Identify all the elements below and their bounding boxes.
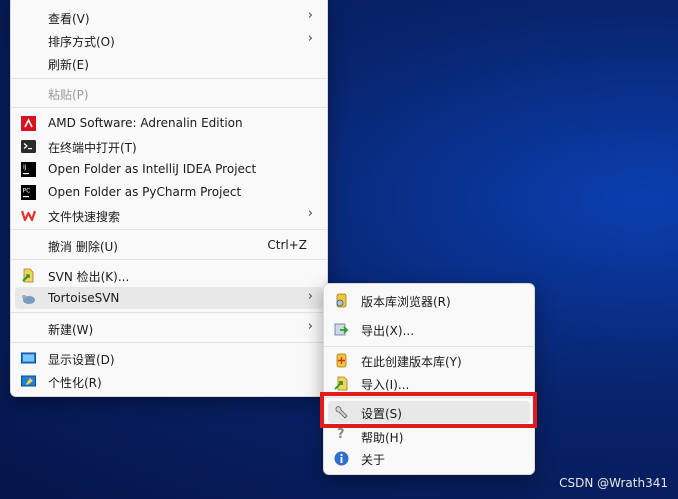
submenu-item-label: 关于	[361, 453, 386, 467]
svg-text:PC: PC	[23, 188, 31, 195]
menu-item-label: AMD Software: Adrenalin Edition	[48, 116, 243, 130]
menu-item-amd[interactable]: AMD Software: Adrenalin Edition	[15, 112, 323, 134]
submenu-item-repo-browser[interactable]: 版本库浏览器(R)	[328, 289, 530, 311]
menu-item-label: Open Folder as PyCharm Project	[48, 185, 242, 199]
submenu-item-create-repo[interactable]: 在此创建版本库(Y)	[328, 349, 530, 371]
desktop-context-menu: 查看(V) › 排序方式(O) › 刷新(E) 粘贴(P) AMD Softwa…	[10, 0, 328, 397]
amd-icon	[21, 116, 36, 131]
menu-item-refresh[interactable]: 刷新(E)	[15, 52, 323, 74]
menu-item-label: Open Folder as IntelliJ IDEA Project	[48, 162, 257, 176]
info-icon	[334, 451, 349, 466]
menu-item-svn-checkout[interactable]: SVN 检出(K)...	[15, 264, 323, 286]
wps-icon	[21, 210, 36, 222]
submenu-item-about[interactable]: 关于	[328, 447, 530, 469]
import-icon	[334, 376, 348, 391]
menu-separator	[11, 259, 327, 260]
submenu-item-import[interactable]: 导入(I)...	[328, 372, 530, 394]
export-icon	[334, 323, 349, 336]
submenu-item-label: 导出(X)...	[361, 324, 415, 338]
menu-item-label: 新建(W)	[48, 323, 94, 337]
menu-item-label: TortoiseSVN	[48, 291, 120, 305]
submenu-item-label: 在此创建版本库(Y)	[361, 355, 462, 369]
chevron-right-icon: ›	[307, 31, 313, 46]
submenu-item-help[interactable]: ? 帮助(H)	[328, 425, 530, 447]
menu-item-wps-search[interactable]: 文件快速搜索 ›	[15, 204, 323, 226]
chevron-right-icon: ›	[307, 289, 313, 304]
menu-item-label: 排序方式(O)	[48, 35, 115, 49]
menu-separator	[11, 78, 327, 79]
menu-separator	[11, 229, 327, 230]
shortcut-label: Ctrl+Z	[267, 238, 307, 252]
tortoise-icon	[22, 295, 35, 304]
menu-item-view[interactable]: 查看(V) ›	[15, 6, 323, 28]
menu-item-sort[interactable]: 排序方式(O) ›	[15, 29, 323, 51]
menu-item-label: 刷新(E)	[48, 58, 89, 72]
tortoisesvn-submenu: 版本库浏览器(R) 导出(X)... 在此创建版本库(Y) 导入(I)... 设…	[323, 283, 535, 475]
menu-item-tortoisesvn[interactable]: TortoiseSVN ›	[15, 287, 323, 309]
svg-text:IJ: IJ	[23, 164, 27, 171]
chevron-right-icon: ›	[307, 8, 313, 23]
submenu-item-label: 导入(I)...	[361, 378, 410, 392]
menu-item-open-terminal[interactable]: 在终端中打开(T)	[15, 135, 323, 157]
menu-separator	[11, 342, 327, 343]
display-icon	[21, 352, 36, 364]
menu-item-open-intellij[interactable]: IJ Open Folder as IntelliJ IDEA Project	[15, 158, 323, 180]
menu-item-label: 粘贴(P)	[48, 88, 89, 102]
menu-separator	[11, 107, 327, 108]
svn-checkout-icon	[22, 268, 34, 283]
help-icon: ?	[337, 427, 345, 442]
submenu-item-label: 版本库浏览器(R)	[361, 295, 451, 309]
settings-highlight-box	[320, 392, 537, 428]
menu-item-label: SVN 检出(K)...	[48, 270, 130, 284]
watermark: CSDN @Wrath341	[559, 476, 668, 490]
menu-separator	[11, 312, 327, 313]
menu-item-open-pycharm[interactable]: PC Open Folder as PyCharm Project	[15, 181, 323, 203]
menu-item-new[interactable]: 新建(W) ›	[15, 317, 323, 339]
menu-item-display-settings[interactable]: 显示设置(D)	[15, 347, 323, 369]
personalize-icon	[21, 375, 36, 387]
menu-separator	[324, 346, 534, 347]
menu-item-label: 个性化(R)	[48, 376, 102, 390]
menu-item-undo-delete[interactable]: 撤消 删除(U) Ctrl+Z	[15, 234, 323, 256]
menu-item-paste: 粘贴(P)	[15, 82, 323, 104]
menu-item-label: 在终端中打开(T)	[48, 141, 137, 155]
intellij-icon: IJ	[21, 162, 36, 177]
menu-item-label: 查看(V)	[48, 12, 90, 26]
pycharm-icon: PC	[21, 185, 36, 200]
create-repo-icon	[336, 353, 347, 368]
menu-item-personalize[interactable]: 个性化(R)	[15, 370, 323, 392]
submenu-item-label: 帮助(H)	[361, 431, 404, 445]
menu-item-label: 撤消 删除(U)	[48, 240, 118, 254]
chevron-right-icon: ›	[307, 206, 313, 221]
repo-browser-icon	[336, 293, 347, 308]
menu-item-label: 文件快速搜索	[48, 210, 121, 224]
terminal-icon	[21, 140, 36, 153]
submenu-item-export[interactable]: 导出(X)...	[328, 318, 530, 340]
chevron-right-icon: ›	[307, 319, 313, 334]
menu-item-label: 显示设置(D)	[48, 353, 115, 367]
